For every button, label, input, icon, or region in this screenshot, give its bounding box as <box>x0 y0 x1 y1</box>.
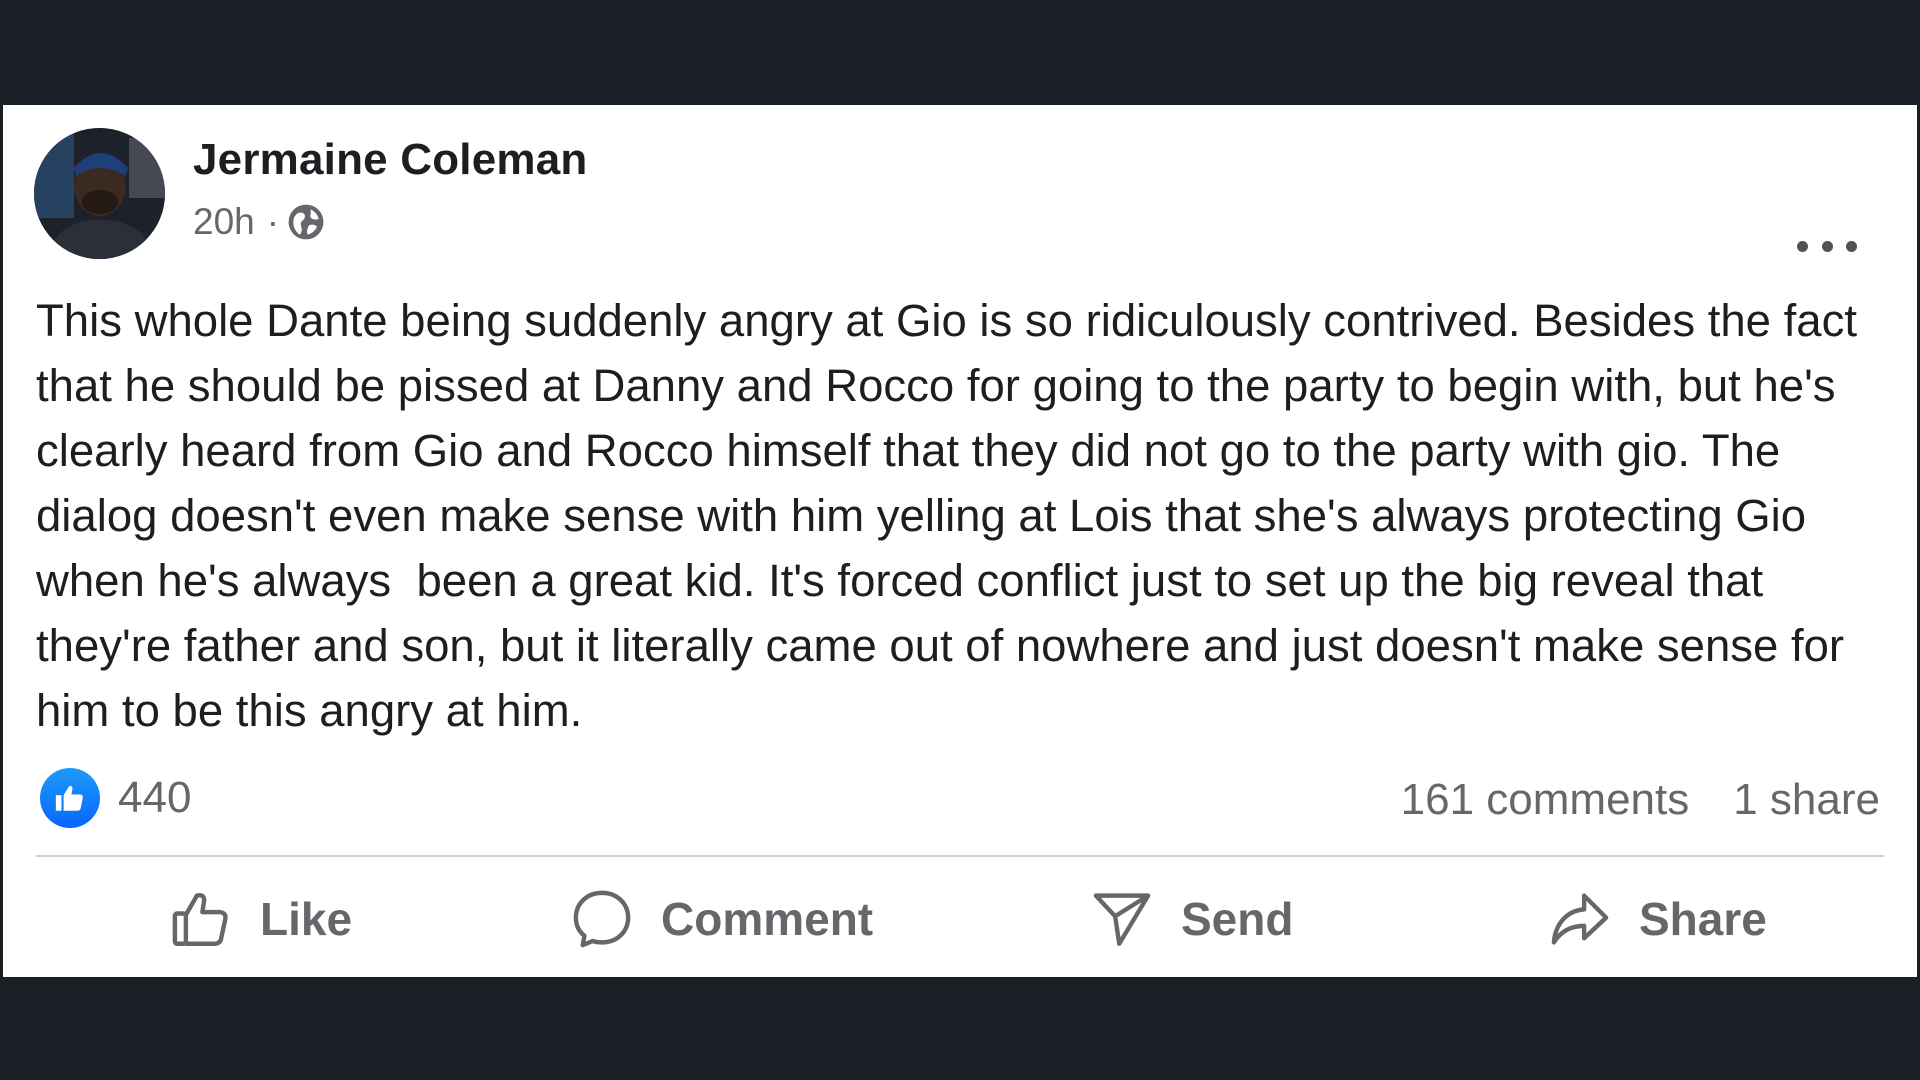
like-reaction-icon <box>40 768 100 828</box>
post-time[interactable]: 20h <box>193 201 255 243</box>
thumbs-up-icon <box>172 892 228 946</box>
like-label: Like <box>260 892 353 945</box>
avatar-image <box>34 128 165 259</box>
share-button[interactable]: Share <box>1547 860 1767 977</box>
comments-count-link[interactable]: 161 comments <box>1401 775 1690 825</box>
post-header: Jermaine Coleman 20h · <box>3 105 1917 265</box>
more-options-icon[interactable] <box>1797 231 1857 261</box>
like-button[interactable]: Like <box>168 860 352 977</box>
comment-button[interactable]: Comment <box>569 860 873 977</box>
globe-icon <box>288 204 324 240</box>
author-name[interactable]: Jermaine Coleman <box>193 135 587 185</box>
divider <box>36 855 1884 857</box>
more-dot <box>1846 240 1857 252</box>
comment-bubble-icon <box>573 890 631 947</box>
action-bar: Like Comment Send Share <box>3 860 1917 977</box>
post-meta: 20h · <box>193 201 325 243</box>
post-body: This whole Dante being suddenly angry at… <box>36 295 1870 736</box>
share-arrow-icon <box>1551 892 1609 945</box>
avatar[interactable] <box>34 128 165 259</box>
send-icon <box>1093 892 1151 946</box>
post-card: Jermaine Coleman 20h · This whole Dante … <box>3 105 1917 977</box>
reaction-summary[interactable]: 440 <box>40 768 191 828</box>
post-stats: 161 comments 1 share <box>1401 775 1880 825</box>
more-dot <box>1821 240 1833 252</box>
more-dot <box>1797 240 1808 252</box>
send-button[interactable]: Send <box>1089 860 1293 977</box>
send-label: Send <box>1181 892 1294 945</box>
shares-count-link[interactable]: 1 share <box>1733 775 1880 825</box>
comment-label: Comment <box>661 892 874 945</box>
reaction-count: 440 <box>118 773 192 822</box>
meta-separator: · <box>266 201 280 242</box>
share-label: Share <box>1639 892 1767 945</box>
